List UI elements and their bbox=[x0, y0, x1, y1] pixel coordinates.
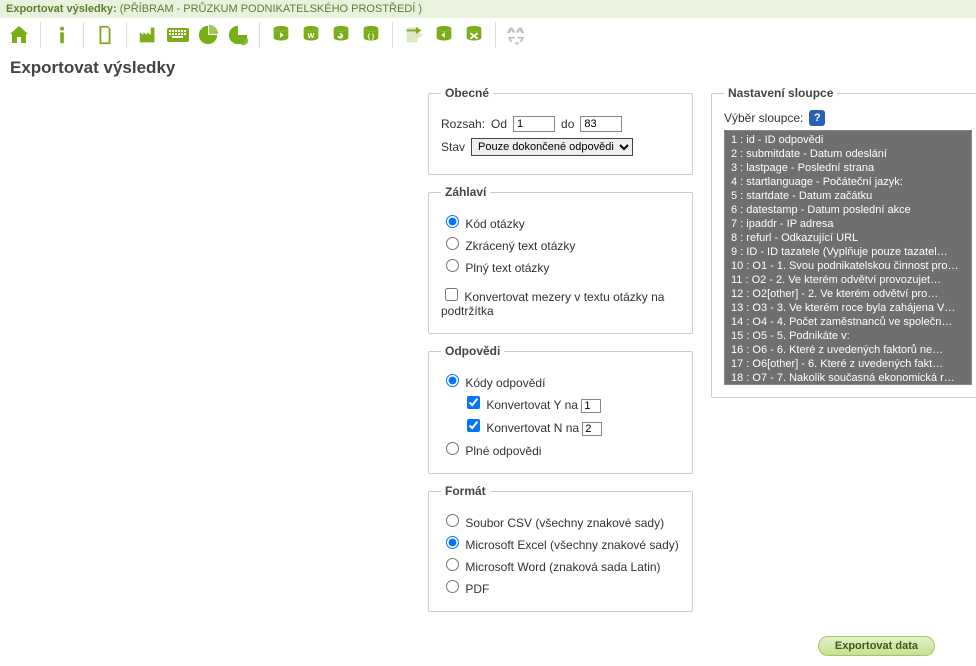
column-option[interactable]: 17 : O6[other] - 6. Které z uvedených fa… bbox=[725, 357, 971, 371]
toolbar-divider bbox=[126, 22, 127, 48]
svg-text:{ }: { } bbox=[368, 33, 375, 40]
header-short-label: Zkrácený text otázky bbox=[465, 239, 575, 253]
column-option[interactable]: 13 : O3 - 3. Ve kterém roce byla zahájen… bbox=[725, 301, 971, 315]
breadcrumb-title: Exportovat výsledky: bbox=[6, 3, 117, 15]
column-option[interactable]: 7 : ipaddr - IP adresa bbox=[725, 217, 971, 231]
document-icon[interactable] bbox=[92, 22, 118, 48]
column-option[interactable]: 5 : startdate - Datum začátku bbox=[725, 189, 971, 203]
columns-fieldset: Nastavení sloupce Výběr sloupce: ? 1 : i… bbox=[711, 86, 976, 398]
export-button[interactable]: Exportovat data bbox=[818, 636, 935, 656]
columns-select-label: Výběr sloupce: bbox=[724, 111, 803, 125]
header-full-label: Plný text otázky bbox=[465, 261, 549, 275]
state-select[interactable]: Pouze dokončené odpovědi bbox=[471, 138, 633, 156]
convert-y-label: Konvertovat Y na bbox=[486, 398, 578, 412]
header-fieldset: Záhlaví Kód otázky Zkrácený text otázky … bbox=[428, 185, 693, 334]
column-option[interactable]: 12 : O2[other] - 2. Ve kterém odvětví pr… bbox=[725, 287, 971, 301]
toolbar-divider bbox=[83, 22, 84, 48]
column-option[interactable]: 11 : O2 - 2. Ve kterém odvětví provozuje… bbox=[725, 273, 971, 287]
column-option[interactable]: 2 : submitdate - Datum odeslání bbox=[725, 147, 971, 161]
column-option[interactable]: 3 : lastpage - Poslední strana bbox=[725, 161, 971, 175]
format-word-radio[interactable] bbox=[446, 558, 459, 571]
header-code-radio[interactable] bbox=[446, 215, 459, 228]
to-label: do bbox=[561, 117, 574, 131]
column-option[interactable]: 10 : O1 - 1. Svou podnikatelskou činnost… bbox=[725, 259, 971, 273]
main-content: Obecné Rozsah: Od do Stav Pouze dokončen… bbox=[0, 86, 976, 632]
columns-legend: Nastavení sloupce bbox=[724, 86, 837, 100]
column-option[interactable]: 6 : datestamp - Datum poslední akce bbox=[725, 203, 971, 217]
recycle-icon[interactable] bbox=[504, 22, 530, 48]
from-label: Od bbox=[491, 117, 507, 131]
factory-icon[interactable] bbox=[135, 22, 161, 48]
svg-text:W: W bbox=[308, 31, 315, 40]
convert-y-check[interactable] bbox=[467, 396, 480, 409]
column-option[interactable]: 16 : O6 - 6. Které z uvedených faktorů n… bbox=[725, 343, 971, 357]
database-import-icon[interactable] bbox=[431, 22, 457, 48]
convert-n-check[interactable] bbox=[467, 419, 480, 432]
keyboard-icon[interactable] bbox=[165, 22, 191, 48]
home-icon[interactable] bbox=[6, 22, 32, 48]
database-code-icon[interactable]: { } bbox=[358, 22, 384, 48]
format-csv-label: Soubor CSV (všechny znakové sady) bbox=[465, 516, 664, 530]
format-word-label: Microsoft Word (znaková sada Latin) bbox=[465, 560, 660, 574]
pie-chart-icon[interactable] bbox=[195, 22, 221, 48]
import-icon[interactable] bbox=[401, 22, 427, 48]
state-label: Stav bbox=[441, 140, 465, 154]
column-option[interactable]: 15 : O5 - 5. Podnikáte v: bbox=[725, 329, 971, 343]
column-option[interactable]: 8 : refurl - Odkazující URL bbox=[725, 231, 971, 245]
page-title: Exportovat výsledky bbox=[10, 58, 976, 78]
database-word-icon[interactable]: W bbox=[298, 22, 324, 48]
answers-fieldset: Odpovědi Kódy odpovědí Konvertovat Y na … bbox=[428, 344, 693, 474]
toolbar-divider bbox=[40, 22, 41, 48]
answers-full-radio[interactable] bbox=[446, 442, 459, 455]
format-pdf-label: PDF bbox=[465, 582, 489, 596]
breadcrumb-bar: Exportovat výsledky: (PŘÍBRAM - PRŮZKUM … bbox=[0, 0, 976, 18]
header-convert-label: Konvertovat mezery v textu otázky na pod… bbox=[441, 290, 664, 318]
column-option[interactable]: 1 : id - ID odpovědi bbox=[725, 133, 971, 147]
toolbar-divider bbox=[495, 22, 496, 48]
format-fieldset: Formát Soubor CSV (všechny znakové sady)… bbox=[428, 484, 693, 612]
database-export-icon[interactable] bbox=[268, 22, 294, 48]
answers-full-label: Plné odpovědi bbox=[465, 444, 541, 458]
toolbar-divider bbox=[259, 22, 260, 48]
database-delete-icon[interactable] bbox=[461, 22, 487, 48]
range-from-input[interactable] bbox=[513, 116, 555, 132]
column-option[interactable]: 14 : O4 - 4. Počet zaměstnanců ve společ… bbox=[725, 315, 971, 329]
column-option[interactable]: 4 : startlanguage - Počáteční jazyk: bbox=[725, 175, 971, 189]
format-legend: Formát bbox=[441, 484, 490, 498]
toolbar: W { } bbox=[0, 18, 976, 52]
header-convert-check[interactable] bbox=[445, 288, 458, 301]
answers-codes-label: Kódy odpovědí bbox=[465, 376, 545, 390]
header-code-label: Kód otázky bbox=[465, 217, 524, 231]
range-to-input[interactable] bbox=[580, 116, 622, 132]
format-pdf-radio[interactable] bbox=[446, 580, 459, 593]
help-icon[interactable]: ? bbox=[809, 110, 825, 126]
general-fieldset: Obecné Rozsah: Od do Stav Pouze dokončen… bbox=[428, 86, 693, 175]
convert-y-input[interactable] bbox=[581, 399, 601, 413]
convert-n-input[interactable] bbox=[582, 422, 602, 436]
format-csv-radio[interactable] bbox=[446, 514, 459, 527]
header-short-radio[interactable] bbox=[446, 237, 459, 250]
header-legend: Záhlaví bbox=[441, 185, 490, 199]
general-legend: Obecné bbox=[441, 86, 493, 100]
columns-listbox[interactable]: 1 : id - ID odpovědi2 : submitdate - Dat… bbox=[724, 130, 972, 385]
database-refresh-icon[interactable] bbox=[328, 22, 354, 48]
answers-legend: Odpovědi bbox=[441, 344, 504, 358]
header-full-radio[interactable] bbox=[446, 259, 459, 272]
column-option[interactable]: 18 : O7 - 7. Nakolik současná ekonomická… bbox=[725, 371, 971, 385]
convert-n-label: Konvertovat N na bbox=[486, 421, 579, 435]
range-label: Rozsah: bbox=[441, 117, 485, 131]
format-xls-label: Microsoft Excel (všechny znakové sady) bbox=[465, 538, 678, 552]
answers-codes-radio[interactable] bbox=[446, 374, 459, 387]
pie-chart-settings-icon[interactable] bbox=[225, 22, 251, 48]
toolbar-divider bbox=[392, 22, 393, 48]
info-icon[interactable] bbox=[49, 22, 75, 48]
column-option[interactable]: 9 : ID - ID tazatele (Vyplňuje pouze taz… bbox=[725, 245, 971, 259]
breadcrumb-subtitle: (PŘÍBRAM - PRŮZKUM PODNIKATELSKÉHO PROST… bbox=[120, 3, 422, 15]
